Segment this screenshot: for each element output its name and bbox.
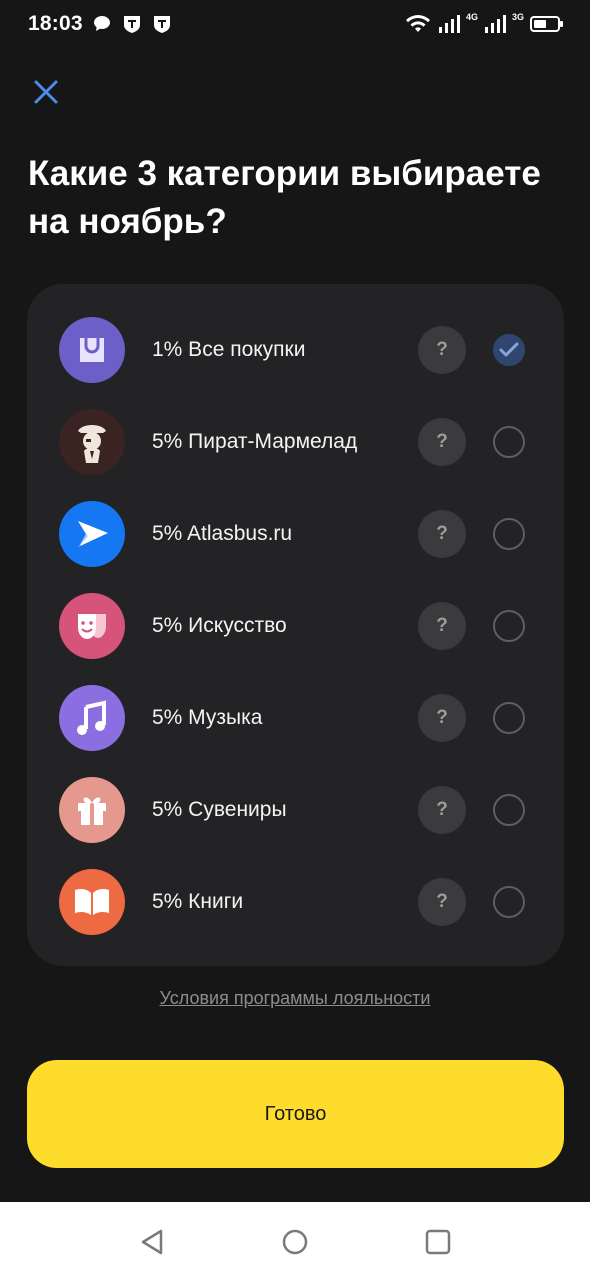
category-label: 5% Книги	[152, 890, 244, 913]
loyalty-terms-link[interactable]: Условия программы лояльности	[0, 988, 590, 1009]
category-label: 5% Сувениры	[152, 798, 287, 821]
pirate-icon	[59, 409, 125, 475]
tinkoff-shield-icon	[123, 16, 140, 33]
status-left: 18:03	[28, 12, 173, 36]
help-button[interactable]: ?	[418, 878, 466, 926]
checkbox[interactable]	[493, 426, 525, 458]
help-button[interactable]: ?	[418, 418, 466, 466]
category-row-art[interactable]: 5% Искусство ?	[27, 580, 564, 672]
music-note-icon	[59, 685, 125, 751]
network-label-2: 3G	[511, 12, 524, 22]
network-label-1: 4G	[465, 12, 478, 22]
signal-icon-2	[484, 15, 506, 33]
category-label: 5% Искусство	[152, 614, 287, 637]
page-title: Какие 3 категории выбираете на ноябрь?	[28, 154, 541, 241]
help-button[interactable]: ?	[418, 602, 466, 650]
category-label: 1% Все покупки	[152, 338, 306, 361]
category-label: 5% Пират-Мармелад	[152, 430, 358, 453]
close-icon	[34, 80, 58, 104]
checkbox-checked[interactable]	[493, 334, 525, 366]
status-right: 4G 3G	[404, 12, 564, 35]
shopping-bag-icon	[59, 317, 125, 383]
checkbox[interactable]	[493, 702, 525, 734]
category-label: 5% Музыка	[152, 706, 263, 729]
checkbox[interactable]	[493, 886, 525, 918]
atlasbus-play-icon	[59, 501, 125, 567]
help-button[interactable]: ?	[418, 786, 466, 834]
done-button[interactable]: Готово	[27, 1060, 564, 1168]
help-button[interactable]: ?	[418, 694, 466, 742]
theater-mask-icon	[59, 593, 125, 659]
back-icon[interactable]	[137, 1226, 169, 1258]
signal-icon-1	[438, 15, 460, 33]
category-row-all-purchases[interactable]: 1% Все покупки ?	[27, 304, 564, 396]
help-button[interactable]: ?	[418, 510, 466, 558]
category-row-pirate-marmelad[interactable]: 5% Пират-Мармелад ?	[27, 396, 564, 488]
category-row-books[interactable]: 5% Книги ?	[27, 856, 564, 948]
system-nav-bar	[0, 1202, 590, 1280]
book-icon	[59, 869, 125, 935]
status-time: 18:03	[28, 12, 83, 35]
category-row-souvenirs[interactable]: 5% Сувениры ?	[27, 764, 564, 856]
categories-card: 1% Все покупки ? 5% Пират-Мармелад ? 5% …	[27, 284, 564, 966]
wifi-icon	[405, 15, 430, 32]
checkbox[interactable]	[493, 518, 525, 550]
battery-icon	[530, 16, 563, 32]
close-button[interactable]	[28, 74, 64, 110]
help-button[interactable]: ?	[418, 326, 466, 374]
checkbox[interactable]	[493, 610, 525, 642]
recents-icon[interactable]	[422, 1226, 454, 1258]
chat-icon	[93, 16, 110, 31]
gift-icon	[59, 777, 125, 843]
checkbox[interactable]	[493, 794, 525, 826]
checkmark-icon	[499, 342, 519, 357]
category-row-music[interactable]: 5% Музыка ?	[27, 672, 564, 764]
tinkoff-shield-icon-2	[153, 16, 170, 33]
category-label: 5% Atlasbus.ru	[152, 522, 293, 545]
home-icon[interactable]	[279, 1226, 311, 1258]
category-row-atlasbus[interactable]: 5% Atlasbus.ru ?	[27, 488, 564, 580]
status-bar: 18:03 4G 3G	[0, 0, 590, 48]
